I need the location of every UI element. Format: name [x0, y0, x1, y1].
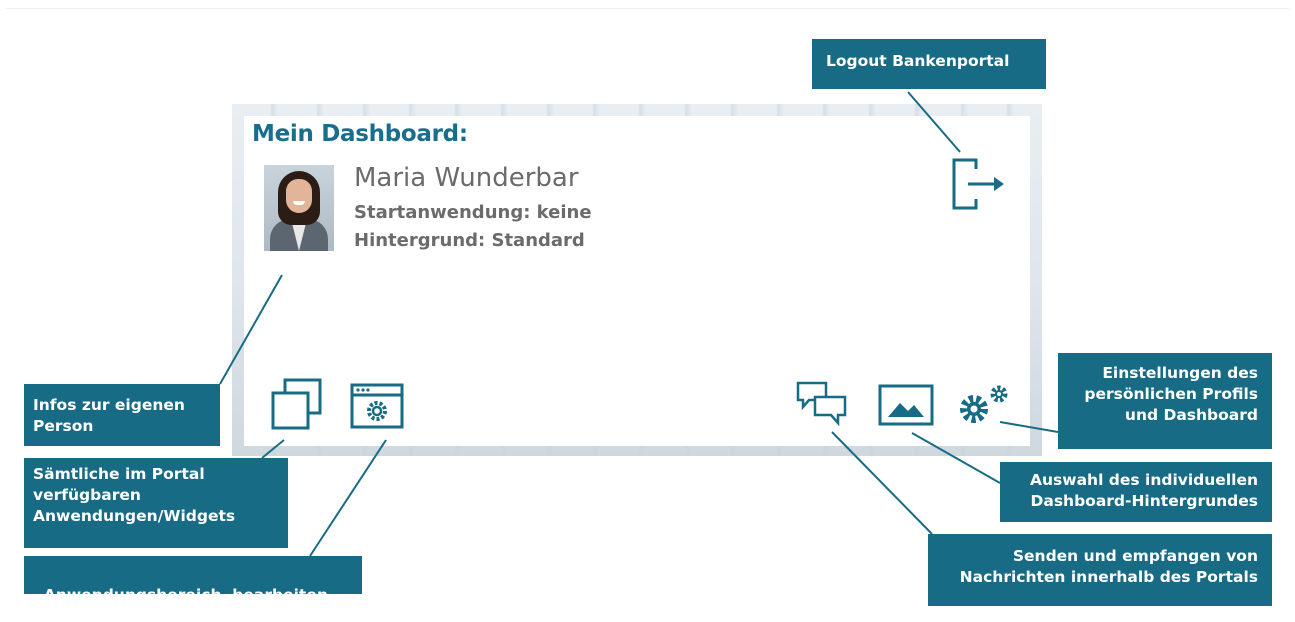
start-app-info: Startanwendung: keine — [354, 202, 592, 223]
chat-bubbles-icon[interactable] — [795, 380, 849, 426]
callout-widgets-line-3: Anwendungen/Widgets — [33, 507, 236, 525]
callout-messages: Senden und empfangen von Nachrichten inn… — [928, 534, 1272, 606]
callout-edit-area: Anwendungsbereich bearbeiten — [24, 556, 362, 604]
dashboard-title: Mein Dashboard: — [252, 121, 468, 147]
callout-background-line-1: Auswahl des individuellen — [1030, 471, 1258, 489]
callout-edit-area-text: Anwendungsbereich bearbeiten — [43, 586, 328, 604]
callout-settings-line-3: und Dashboard — [1124, 406, 1258, 424]
gears-icon[interactable] — [956, 384, 1014, 426]
callout-messages-line-2: Nachrichten innerhalb des Portals — [959, 568, 1258, 586]
callout-person-line-1: Infos zur eigenen — [33, 396, 185, 414]
background-info: Hintergrund: Standard — [354, 230, 585, 251]
logout-icon[interactable] — [950, 157, 1006, 211]
callout-background-line-2: Dashboard-Hintergrundes — [1030, 492, 1259, 510]
callout-widgets-line-1: Sämtliche im Portal — [33, 465, 205, 483]
callout-settings-line-1: Einstellungen des — [1102, 364, 1258, 382]
app-settings-icon[interactable] — [350, 383, 404, 429]
callout-person: Infos zur eigenen Person — [24, 384, 220, 446]
callout-messages-line-1: Senden und empfangen von — [1012, 547, 1258, 565]
callout-person-line-2: Person — [33, 417, 94, 435]
callout-logout: Logout Bankenportal — [812, 39, 1046, 89]
user-name: Maria Wunderbar — [354, 163, 579, 193]
callout-widgets: Sämtliche im Portal verfügbaren Anwendun… — [24, 458, 288, 548]
windows-stack-icon[interactable] — [270, 378, 324, 432]
callout-background: Auswahl des individuellen Dashboard-Hint… — [1000, 462, 1272, 522]
callout-logout-text: Logout Bankenportal — [826, 52, 1010, 70]
callout-settings: Einstellungen des persönlichen Profils u… — [1058, 353, 1272, 449]
callout-settings-line-2: persönlichen Profils — [1084, 385, 1258, 403]
avatar[interactable] — [264, 165, 334, 251]
image-icon[interactable] — [878, 384, 934, 426]
callout-widgets-line-2: verfügbaren — [33, 486, 141, 504]
